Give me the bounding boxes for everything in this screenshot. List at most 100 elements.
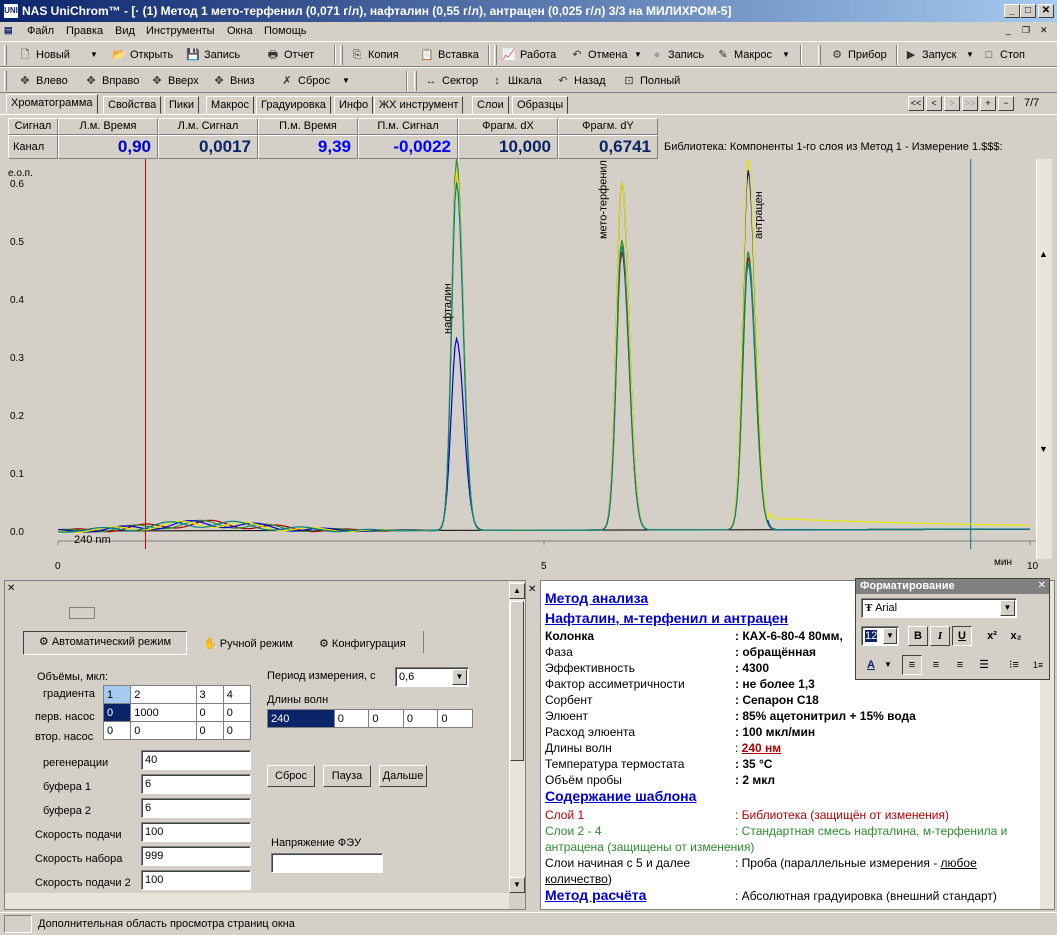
wavelength-cell[interactable]: 0	[437, 709, 473, 728]
scroll-up-button[interactable]: ✥ Вверх	[148, 71, 198, 91]
menu-tools[interactable]: Инструменты	[146, 25, 215, 37]
sector-button[interactable]: ↔ Сектор	[422, 71, 479, 91]
wavelength-cell[interactable]: 240	[267, 709, 335, 728]
work-button[interactable]: 📈 Работа	[500, 45, 556, 65]
tab-lc-instrument[interactable]: ЖХ инструмент	[374, 96, 464, 114]
open-button[interactable]: 📂 Открыть	[110, 45, 173, 65]
left-panel-scroll-up-icon[interactable]: ▲	[509, 583, 525, 599]
gradient-grid[interactable]: 1 2 3 4 0 1000 0 0 0 0 0 0	[102, 685, 252, 740]
nav-remove-button[interactable]: −	[998, 96, 1014, 111]
grid-cell[interactable]: 1000	[130, 703, 197, 722]
subscript-button[interactable]: x₂	[1006, 626, 1026, 646]
bold-button[interactable]: B	[908, 626, 928, 646]
wavelength-cell[interactable]: 0	[333, 709, 370, 728]
plot-scrollbar[interactable]	[1036, 159, 1052, 559]
panel-close-icon[interactable]: ✕	[7, 583, 15, 594]
align-left-icon[interactable]: ≡	[902, 655, 922, 675]
nav-last-button[interactable]: >>	[962, 96, 978, 111]
macro-button[interactable]: ✎ Макрос	[714, 45, 772, 65]
grid-cell[interactable]: 0	[195, 703, 224, 722]
left-panel-scroll-thumb[interactable]	[510, 601, 524, 761]
record-button[interactable]: ● Запись	[648, 45, 704, 65]
chevron-down-icon[interactable]: ▼	[452, 669, 467, 685]
tab-peaks[interactable]: Пики	[164, 96, 200, 114]
scroll-right-button[interactable]: ✥ Вправо	[82, 71, 139, 91]
paste-button[interactable]: 📋 Вставка	[418, 45, 479, 65]
layer5-quantity-link[interactable]: количество	[545, 872, 608, 886]
method-name-heading[interactable]: Нафталин, м-терфенил и антрацен	[545, 610, 788, 626]
macro-dropdown-icon[interactable]: ▼	[782, 45, 790, 65]
launch-button[interactable]: ▶ Запуск	[902, 45, 957, 65]
tab-layers[interactable]: Слои	[472, 96, 509, 114]
back-button[interactable]: ↶ Назад	[554, 71, 605, 91]
font-chevron-down-icon[interactable]: ▼	[1000, 600, 1015, 616]
grid-cell[interactable]: 0	[222, 721, 252, 740]
configuration-tab[interactable]: ⚙ Конфигурация	[319, 637, 406, 650]
reset-view-button[interactable]: ✗ Сброс	[278, 71, 330, 91]
document-icon[interactable]: ▤	[4, 25, 13, 36]
continue-button[interactable]: Дальше	[379, 765, 427, 787]
wavelengths-grid[interactable]: 240 0 0 0 0	[267, 709, 473, 728]
pmt-voltage-input[interactable]	[271, 853, 383, 873]
new-button[interactable]: 🗋 Новый	[16, 45, 70, 65]
mdi-close-button[interactable]: ✕	[1040, 25, 1048, 36]
right-panel-close-icon[interactable]: ✕	[528, 584, 536, 595]
save-button[interactable]: 💾 Запись	[184, 45, 240, 65]
tab-chromatogram[interactable]: Хроматограмма	[6, 94, 98, 114]
grid-header-cell[interactable]: 4	[222, 685, 252, 704]
scroll-left-button[interactable]: ✥ Влево	[16, 71, 67, 91]
mdi-minimize-button[interactable]: _	[1006, 25, 1011, 35]
maximize-button[interactable]: □	[1020, 4, 1036, 18]
scroll-up-arrow-icon[interactable]: ▲	[1039, 249, 1048, 259]
grid-cell[interactable]: 0	[102, 703, 132, 722]
left-panel-hscrollbar[interactable]	[5, 893, 509, 909]
numbered-list-icon[interactable]: 1≡	[1028, 655, 1048, 675]
underline-button[interactable]: U	[952, 626, 972, 646]
scale-button[interactable]: ↕ Шкала	[488, 71, 542, 91]
nav-prev-button[interactable]: <	[926, 96, 942, 111]
tab-samples[interactable]: Образцы	[512, 96, 569, 114]
scroll-down-button[interactable]: ✥ Вниз	[210, 71, 254, 91]
grid-cell[interactable]: 0	[102, 721, 132, 740]
minimize-button[interactable]: _	[1004, 4, 1020, 18]
undo-dropdown-icon[interactable]: ▼	[634, 45, 642, 65]
chromatogram-plot[interactable]: 0.6 0.5 0.4 0.3 0.2 0.1 0.0 0 5 10 нафталин мето-…	[0, 159, 1057, 577]
tab-calibration[interactable]: Градуировка	[256, 96, 331, 114]
bullet-list-icon[interactable]: ⁝≡	[1004, 655, 1024, 675]
left-panel-scroll-down-icon[interactable]: ▼	[509, 877, 525, 893]
menu-windows[interactable]: Окна	[227, 25, 253, 37]
param-draw-rate-input[interactable]: 999	[141, 846, 251, 866]
nav-next-button[interactable]: >	[944, 96, 960, 111]
wavelength-cell[interactable]: 0	[368, 709, 404, 728]
calc-method-heading[interactable]: Метод расчёта	[545, 887, 646, 903]
param-regeneration-input[interactable]: 40	[141, 750, 251, 770]
italic-button[interactable]: I	[930, 626, 950, 646]
menu-edit[interactable]: Правка	[66, 25, 103, 37]
menu-help[interactable]: Помощь	[264, 25, 307, 37]
wavelengths-doc-link[interactable]: 240 нм	[742, 741, 781, 755]
param-buffer1-input[interactable]: 6	[141, 774, 251, 794]
reset-button[interactable]: Сброс	[267, 765, 315, 787]
pause-button[interactable]: Пауза	[323, 765, 371, 787]
device-button[interactable]: ⚙ Прибор	[828, 45, 887, 65]
tab-info[interactable]: Инфо	[334, 96, 374, 114]
param-buffer2-input[interactable]: 6	[141, 798, 251, 818]
font-color-button[interactable]: A	[861, 655, 881, 675]
close-button[interactable]: ✕	[1038, 4, 1054, 18]
full-view-button[interactable]: ⊡ Полный	[620, 71, 680, 91]
grid-cell[interactable]: 0	[222, 703, 252, 722]
new-dropdown-icon[interactable]: ▼	[90, 45, 98, 65]
report-button[interactable]: 🖶 Отчет	[264, 45, 314, 65]
param-feed-rate2-input[interactable]: 100	[141, 870, 251, 890]
mdi-restore-button[interactable]: ❐	[1022, 25, 1030, 36]
copy-button[interactable]: ⎘ Копия	[348, 45, 399, 65]
nav-first-button[interactable]: <<	[908, 96, 924, 111]
align-justify-icon[interactable]: ☰	[974, 655, 994, 675]
manual-mode-tab[interactable]: ✋ Ручной режим	[203, 637, 293, 650]
nav-add-button[interactable]: +	[980, 96, 996, 111]
align-center-icon[interactable]: ≡	[926, 655, 946, 675]
align-right-icon[interactable]: ≡	[950, 655, 970, 675]
grid-cell[interactable]: 0	[130, 721, 197, 740]
grid-header-cell[interactable]: 2	[130, 685, 197, 704]
menu-view[interactable]: Вид	[115, 25, 135, 37]
